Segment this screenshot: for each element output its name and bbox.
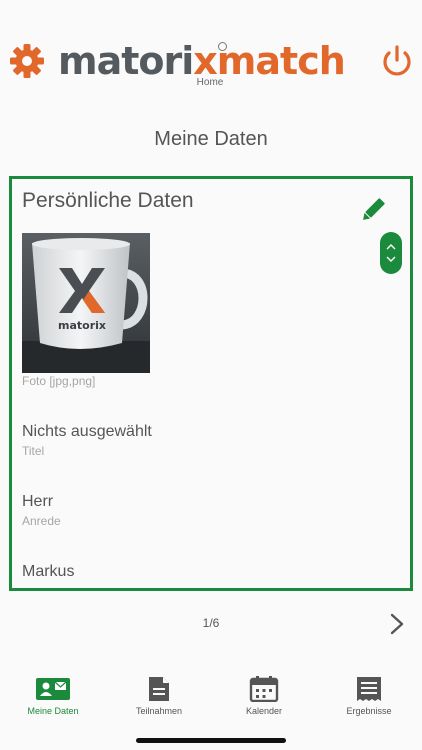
page-title: Meine Daten: [154, 128, 268, 150]
tab-teilnahmen[interactable]: Teilnahmen: [106, 670, 212, 720]
power-icon[interactable]: [378, 43, 416, 79]
chevron-up-down-icon: [386, 244, 396, 262]
personal-data-card: Persönliche Daten matorix Foto [jpg,png]…: [9, 176, 413, 591]
first-name-field-value[interactable]: Markus: [22, 563, 74, 581]
document-icon: [149, 677, 169, 701]
photo-label: Foto [jpg,png]: [22, 374, 96, 388]
logo-text-matori: matori: [58, 39, 194, 83]
tab-label-ergebnisse: Ergebnisse: [346, 706, 392, 716]
tab-label-kalender: Kalender: [245, 706, 283, 716]
bottom-tab-bar: Meine Daten Teilnahmen Kalender Ergebnis…: [0, 670, 422, 720]
receipt-icon: [357, 677, 381, 701]
mug-brand-text: matorix: [58, 319, 106, 332]
salutation-field-label: Anrede: [22, 514, 61, 528]
home-label[interactable]: Home: [180, 77, 240, 88]
mug-photo-image: matorix: [22, 233, 150, 373]
tab-label-teilnahmen: Teilnahmen: [135, 706, 183, 716]
id-card-icon: [36, 678, 70, 700]
tab-label-meine-daten: Meine Daten: [27, 706, 79, 716]
pencil-icon[interactable]: [358, 195, 388, 225]
home-indicator[interactable]: [136, 738, 286, 743]
home-marker-icon: [218, 42, 227, 51]
calendar-icon: [249, 676, 279, 702]
title-field-label: Titel: [22, 444, 45, 458]
tab-kalender[interactable]: Kalender: [211, 670, 317, 720]
app-header: matorixmatch Home: [0, 0, 422, 110]
tab-meine-daten[interactable]: Meine Daten: [0, 670, 106, 720]
profile-photo[interactable]: matorix: [22, 233, 150, 373]
title-field-value[interactable]: Nichts ausgewählt: [22, 423, 152, 441]
gear-icon[interactable]: [9, 43, 45, 79]
page-indicator: 1/6: [202, 616, 220, 630]
tab-ergebnisse[interactable]: Ergebnisse: [316, 670, 422, 720]
salutation-field-value[interactable]: Herr: [22, 493, 53, 511]
chevron-right-icon[interactable]: [386, 611, 408, 637]
card-title: Persönliche Daten: [22, 189, 194, 212]
scroll-toggle-button[interactable]: [380, 232, 402, 274]
